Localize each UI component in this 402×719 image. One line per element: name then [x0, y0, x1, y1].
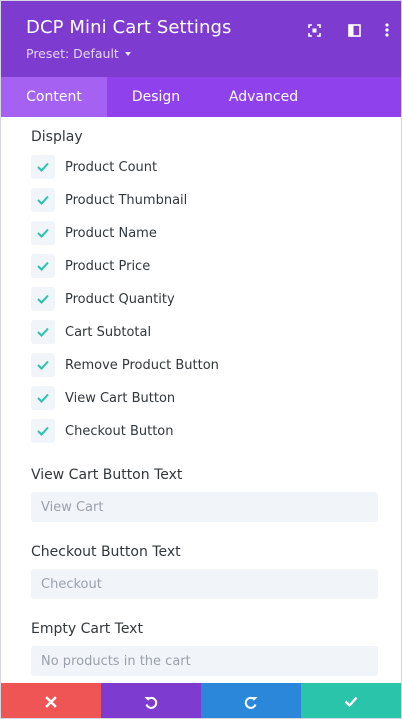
checkout-text-label: Checkout Button Text [31, 544, 181, 560]
check-icon [37, 294, 49, 304]
save-button[interactable] [301, 683, 401, 718]
undo-icon [144, 696, 158, 709]
view-cart-text-input[interactable] [31, 492, 378, 522]
close-icon [45, 695, 57, 708]
option-label: Remove Product Button [65, 357, 219, 373]
checkbox[interactable] [31, 287, 55, 311]
checkout-text-input[interactable] [31, 569, 378, 599]
more-icon[interactable] [379, 22, 395, 38]
display-section-label: Display [31, 129, 83, 145]
settings-panel: DCP Mini Cart Settings Preset: Default C… [0, 0, 402, 719]
preset-dropdown[interactable]: Preset: Default [26, 46, 131, 61]
empty-cart-text-label: Empty Cart Text [31, 621, 143, 637]
panel-title: DCP Mini Cart Settings [26, 17, 232, 38]
redo-icon [244, 696, 258, 709]
checkbox[interactable] [31, 221, 55, 245]
checkbox[interactable] [31, 353, 55, 377]
footer-actions [1, 683, 401, 718]
option-checkout-button[interactable]: Checkout Button [31, 419, 174, 443]
check-icon [344, 696, 358, 707]
option-label: Checkout Button [65, 423, 174, 439]
check-icon [37, 360, 49, 370]
check-icon [37, 393, 49, 403]
checkbox[interactable] [31, 320, 55, 344]
check-icon [37, 327, 49, 337]
option-view-cart-button[interactable]: View Cart Button [31, 386, 175, 410]
chevron-down-icon [124, 52, 131, 56]
view-cart-text-label: View Cart Button Text [31, 467, 183, 483]
option-label: Product Name [65, 225, 157, 241]
tab-advanced[interactable]: Advanced [205, 77, 322, 117]
check-icon [37, 162, 49, 172]
option-label: Product Price [65, 258, 151, 274]
option-label: Product Thumbnail [65, 192, 188, 208]
option-product-quantity[interactable]: Product Quantity [31, 287, 175, 311]
option-label: Cart Subtotal [65, 324, 152, 340]
option-remove-product-button[interactable]: Remove Product Button [31, 353, 219, 377]
tab-bar: Content Design Advanced [1, 77, 401, 117]
checkbox[interactable] [31, 419, 55, 443]
checkbox[interactable] [31, 188, 55, 212]
option-label: Product Quantity [65, 291, 175, 307]
redo-button[interactable] [201, 683, 301, 718]
sidebar-icon[interactable] [346, 22, 362, 38]
option-cart-subtotal[interactable]: Cart Subtotal [31, 320, 151, 344]
check-icon [37, 261, 49, 271]
option-product-thumbnail[interactable]: Product Thumbnail [31, 188, 187, 212]
check-icon [37, 426, 49, 436]
checkbox[interactable] [31, 254, 55, 278]
cancel-button[interactable] [1, 683, 101, 718]
checkbox[interactable] [31, 386, 55, 410]
option-product-name[interactable]: Product Name [31, 221, 157, 245]
option-label: View Cart Button [65, 390, 176, 406]
check-icon [37, 228, 49, 238]
preset-label: Preset: Default [26, 46, 119, 61]
undo-button[interactable] [101, 683, 201, 718]
option-label: Product Count [65, 159, 158, 175]
panel-header: DCP Mini Cart Settings Preset: Default [1, 1, 401, 77]
check-icon [37, 195, 49, 205]
checkbox[interactable] [31, 155, 55, 179]
tab-content[interactable]: Content [1, 77, 107, 117]
option-product-price[interactable]: Product Price [31, 254, 150, 278]
content-area: Display Product Count Product Thumbnail … [1, 117, 401, 683]
focus-icon[interactable] [306, 22, 322, 38]
option-product-count[interactable]: Product Count [31, 155, 157, 179]
empty-cart-text-input[interactable] [31, 646, 378, 676]
tab-design[interactable]: Design [107, 77, 205, 117]
